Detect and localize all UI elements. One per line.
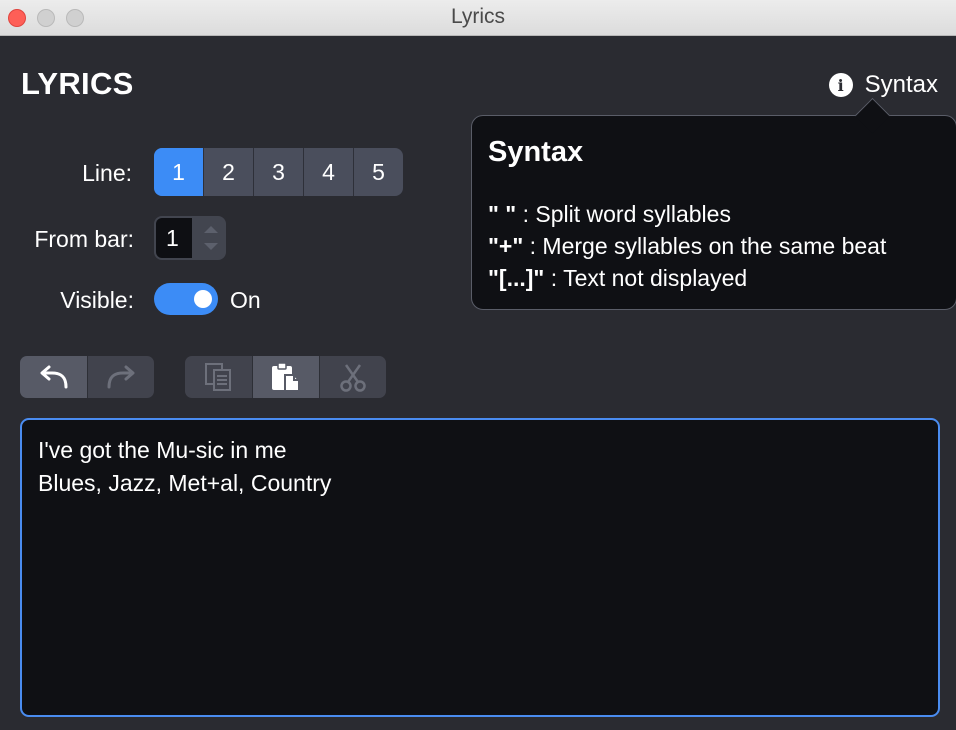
line-option-3[interactable]: 3 (253, 148, 303, 196)
syntax-rule: "[...]" : Text not displayed (488, 262, 886, 294)
redo-button[interactable] (87, 356, 154, 398)
lyrics-line: Blues, Jazz, Met+al, Country (38, 470, 332, 496)
chevron-down-icon[interactable] (204, 243, 218, 250)
lyrics-line: I've got the Mu-sic in me (38, 437, 287, 463)
toggle-knob (194, 290, 212, 308)
line-option-4[interactable]: 4 (303, 148, 353, 196)
cut-icon (340, 364, 366, 392)
rule-text: : Split word syllables (516, 201, 731, 227)
line-option-2[interactable]: 2 (203, 148, 253, 196)
syntax-rule: " " : Split word syllables (488, 198, 886, 230)
cut-button[interactable] (319, 356, 386, 398)
syntax-rule: "+" : Merge syllables on the same beat (488, 230, 886, 262)
from-bar-input[interactable]: 1 (156, 218, 192, 258)
syntax-popover: Syntax " " : Split word syllables "+" : … (471, 115, 956, 310)
undo-icon (40, 365, 67, 389)
page-title: LYRICS (21, 66, 134, 101)
rule-key: " " (488, 201, 517, 227)
clipboard-button-group (185, 356, 386, 398)
title-bar: Lyrics (0, 0, 956, 36)
window-title: Lyrics (450, 5, 506, 28)
line-selector: 1 2 3 4 5 (154, 148, 403, 196)
stepper-arrows (194, 216, 226, 260)
syntax-rules: " " : Split word syllables "+" : Merge s… (488, 198, 886, 294)
undo-button[interactable] (20, 356, 87, 398)
syntax-label: Syntax (864, 71, 938, 98)
copy-button[interactable] (185, 356, 252, 398)
rule-text: : Merge syllables on the same beat (523, 233, 887, 259)
lyrics-editor[interactable]: I've got the Mu-sic in me Blues, Jazz, M… (20, 418, 940, 717)
rule-key: "[...]" (488, 265, 545, 291)
visible-label: Visible: (60, 287, 134, 313)
rule-key: "+" (488, 233, 524, 259)
info-icon: i (828, 73, 853, 97)
copy-icon (204, 363, 231, 391)
chevron-up-icon[interactable] (204, 226, 218, 233)
visible-state-text: On (230, 287, 261, 313)
paste-icon (272, 362, 300, 392)
paste-button[interactable] (252, 356, 319, 398)
line-label: Line: (82, 160, 132, 186)
line-option-5[interactable]: 5 (353, 148, 403, 196)
redo-icon (107, 365, 135, 389)
visible-toggle[interactable] (154, 283, 218, 315)
from-bar-label: From bar: (34, 226, 134, 252)
from-bar-stepper: 1 (154, 216, 226, 260)
history-button-group (20, 356, 154, 398)
syntax-button[interactable]: i Syntax (828, 70, 938, 100)
rule-text: : Text not displayed (544, 265, 748, 291)
line-option-1[interactable]: 1 (154, 148, 203, 196)
popover-title: Syntax (488, 136, 584, 168)
